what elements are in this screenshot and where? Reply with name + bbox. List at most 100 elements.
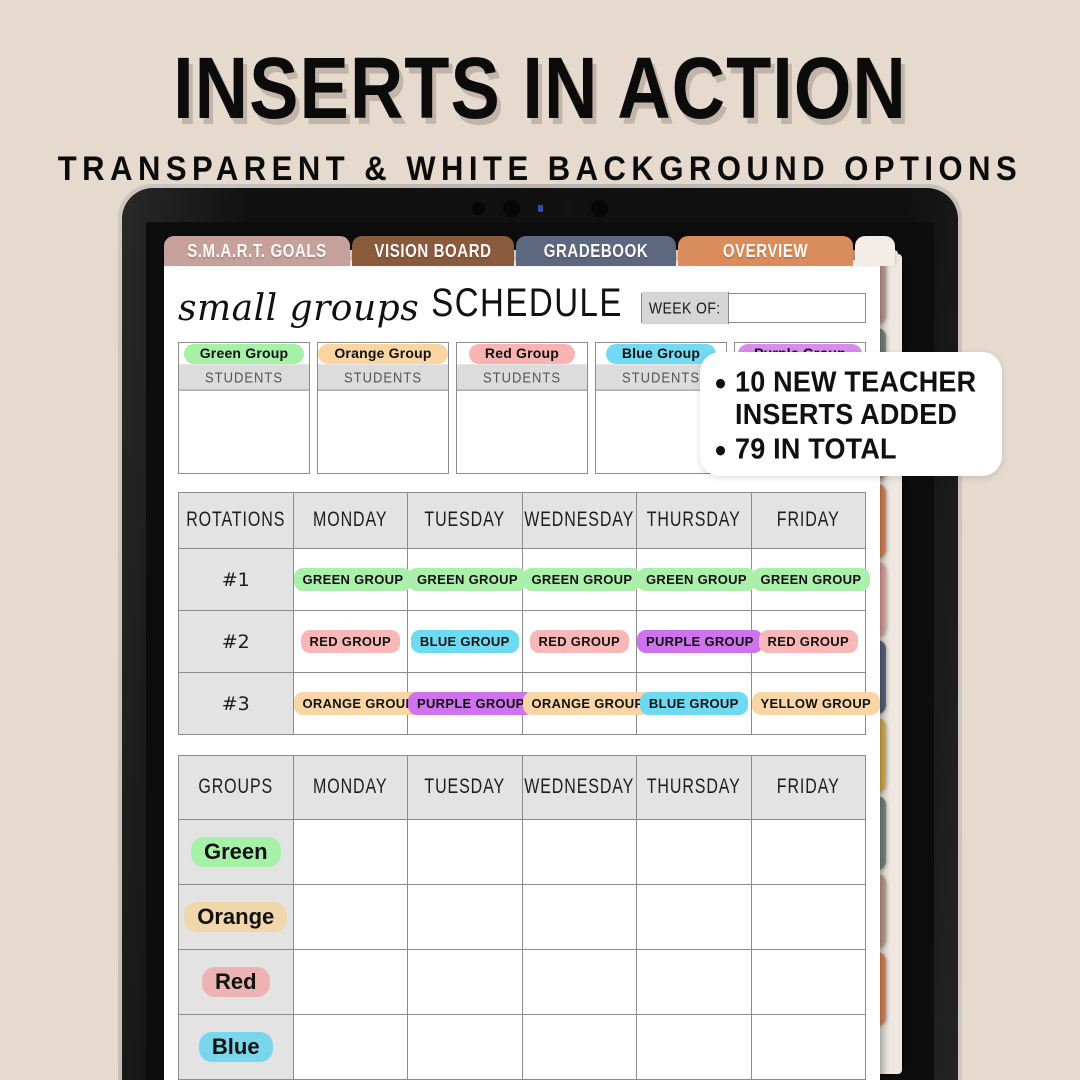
rotation-cell[interactable]: GREEN GROUP bbox=[292, 548, 413, 611]
bullet-icon bbox=[716, 446, 725, 456]
group-chip: GREEN GROUP bbox=[408, 568, 527, 591]
page-heading: small groups SCHEDULE WEEK OF: bbox=[178, 279, 866, 329]
ambient-sensor-icon bbox=[561, 202, 573, 215]
header-label: THURSDAY bbox=[646, 775, 741, 798]
rotation-cell[interactable]: GREEN GROUP bbox=[521, 548, 642, 611]
group-schedule-cell[interactable] bbox=[292, 884, 408, 950]
rotation-cell[interactable]: RED GROUP bbox=[750, 610, 866, 673]
tab-gradebook[interactable]: GRADEBOOK bbox=[516, 236, 676, 266]
group-schedule-cell[interactable] bbox=[636, 949, 752, 1015]
rotation-cell[interactable]: BLUE GROUP bbox=[407, 610, 523, 673]
page-title: INSERTS IN ACTION bbox=[173, 39, 907, 138]
rotation-cell[interactable]: PURPLE GROUP bbox=[407, 672, 534, 735]
group-schedule-cell[interactable] bbox=[521, 819, 637, 885]
rotation-cell[interactable]: ORANGE GROUP bbox=[292, 672, 424, 735]
group-schedule-cell[interactable] bbox=[292, 819, 408, 885]
header-label: WEDNESDAY bbox=[524, 775, 635, 798]
group-row-label: Blue bbox=[178, 1014, 294, 1080]
group-schedule-cell[interactable] bbox=[521, 884, 637, 950]
table-row: Green bbox=[178, 819, 866, 885]
table-row: #3 ORANGE GROUP PURPLE GROUP ORANGE GROUP BL… bbox=[178, 672, 880, 735]
tab-s-m-a-r-t-goals[interactable]: S.M.A.R.T. GOALS bbox=[164, 236, 350, 266]
group-schedule-cell[interactable] bbox=[636, 819, 752, 885]
students-input[interactable] bbox=[457, 389, 587, 473]
group-box-title: Blue Group bbox=[605, 344, 717, 364]
rotation-cell[interactable]: YELLOW GROUP bbox=[750, 672, 880, 735]
header-label: ROTATIONS bbox=[186, 508, 286, 531]
group-schedule-cell[interactable] bbox=[750, 884, 866, 950]
rotation-cell[interactable]: RED GROUP bbox=[292, 610, 408, 673]
group-box-title-row: Orange Group bbox=[318, 343, 448, 366]
rotation-label: #2 bbox=[178, 610, 294, 673]
group-chip: RED GROUP bbox=[529, 630, 629, 653]
group-row-label: Green bbox=[178, 819, 294, 885]
group-chip: GREEN GROUP bbox=[522, 568, 642, 591]
rotation-cell[interactable]: GREEN GROUP bbox=[407, 548, 527, 611]
header-label: MONDAY bbox=[313, 508, 388, 531]
group-schedule-cell[interactable] bbox=[292, 949, 408, 1015]
tab-overview[interactable]: OVERVIEW bbox=[678, 236, 853, 266]
group-schedule-cell[interactable] bbox=[636, 1014, 752, 1080]
students-input[interactable] bbox=[179, 389, 309, 473]
group-schedule-cell[interactable] bbox=[407, 884, 523, 950]
rotation-cell[interactable]: RED GROUP bbox=[521, 610, 637, 673]
group-schedule-cell[interactable] bbox=[750, 819, 866, 885]
rotation-cell[interactable]: BLUE GROUP bbox=[636, 672, 752, 735]
table-row: Red bbox=[178, 949, 866, 1015]
camera-array bbox=[122, 200, 958, 217]
group-schedule-cell[interactable] bbox=[407, 1014, 523, 1080]
callout-item: 10 NEW TEACHER INSERTS ADDED bbox=[714, 366, 986, 431]
table-row: Orange bbox=[178, 884, 866, 950]
group-schedule-cell[interactable] bbox=[521, 949, 637, 1015]
category-tab-bar[interactable]: S.M.A.R.T. GOALS VISION BOARD GRADEBOOK OVE… bbox=[164, 236, 904, 266]
header-label: THURSDAY bbox=[646, 508, 741, 531]
group-box-orange: Orange Group STUDENTS bbox=[317, 342, 449, 474]
callout-text: 10 NEW TEACHER INSERTS ADDED bbox=[735, 366, 977, 431]
week-of-input[interactable] bbox=[728, 294, 865, 322]
callout-list: 10 NEW TEACHER INSERTS ADDED 79 IN TOTAL bbox=[714, 366, 986, 466]
table-row: #1 GREEN GROUP GREEN GROUP GREEN GROUP GREEN… bbox=[178, 548, 871, 611]
group-chip: GREEN GROUP bbox=[751, 568, 871, 591]
group-chip: GREEN GROUP bbox=[637, 568, 756, 591]
page-subtitle: TRANSPARENT & WHITE BACKGROUND OPTIONS bbox=[57, 149, 1023, 188]
tab-label: GRADEBOOK bbox=[543, 240, 649, 262]
group-row-label: Orange bbox=[178, 884, 294, 950]
sensor-icon bbox=[472, 202, 485, 215]
students-header: STUDENTS bbox=[457, 364, 587, 391]
camera-lens-icon bbox=[503, 200, 520, 217]
status-led-icon bbox=[538, 205, 543, 212]
group-schedule-cell[interactable] bbox=[750, 1014, 866, 1080]
header-label: WEDNESDAY bbox=[524, 508, 635, 531]
heading-script: small groups bbox=[178, 287, 420, 329]
camera-lens-icon bbox=[591, 200, 608, 217]
groups-header-cell: MONDAY bbox=[292, 755, 408, 820]
group-chip: RED GROUP bbox=[300, 630, 400, 653]
groups-table: GROUPS MONDAY TUESDAY WEDNESDAY THURSDAY FRID… bbox=[178, 755, 866, 1080]
students-input[interactable] bbox=[318, 389, 448, 473]
heading-print: SCHEDULE bbox=[431, 279, 623, 325]
group-schedule-cell[interactable] bbox=[750, 949, 866, 1015]
group-schedule-cell[interactable] bbox=[292, 1014, 408, 1080]
group-schedule-cell[interactable] bbox=[407, 949, 523, 1015]
rotation-cell[interactable]: PURPLE GROUP bbox=[636, 610, 763, 673]
group-schedule-cell[interactable] bbox=[636, 884, 752, 950]
table-row: Blue bbox=[178, 1014, 866, 1080]
rotations-header-cell: ROTATIONS bbox=[178, 492, 294, 549]
group-chip: ORANGE GROUP bbox=[293, 692, 424, 715]
group-schedule-cell[interactable] bbox=[521, 1014, 637, 1080]
rotations-header-cell: MONDAY bbox=[292, 492, 408, 549]
rotation-cell[interactable]: ORANGE GROUP bbox=[521, 672, 653, 735]
groups-header-cell: GROUPS bbox=[178, 755, 294, 820]
group-box-red: Red Group STUDENTS bbox=[456, 342, 588, 474]
group-schedule-cell[interactable] bbox=[407, 819, 523, 885]
header-label: GROUPS bbox=[198, 775, 274, 798]
week-of-field[interactable]: WEEK OF: bbox=[640, 291, 866, 325]
group-box-green: Green Group STUDENTS bbox=[178, 342, 310, 474]
week-of-label: WEEK OF: bbox=[641, 291, 729, 325]
students-header: STUDENTS bbox=[318, 364, 448, 391]
rotation-cell[interactable]: GREEN GROUP bbox=[750, 548, 871, 611]
rotation-cell[interactable]: GREEN GROUP bbox=[636, 548, 756, 611]
tab-vision-board[interactable]: VISION BOARD bbox=[352, 236, 514, 266]
group-box-title-row: Green Group bbox=[179, 343, 309, 366]
table-row: #2 RED GROUP BLUE GROUP RED GROUP PURPLE GRO… bbox=[178, 610, 866, 673]
